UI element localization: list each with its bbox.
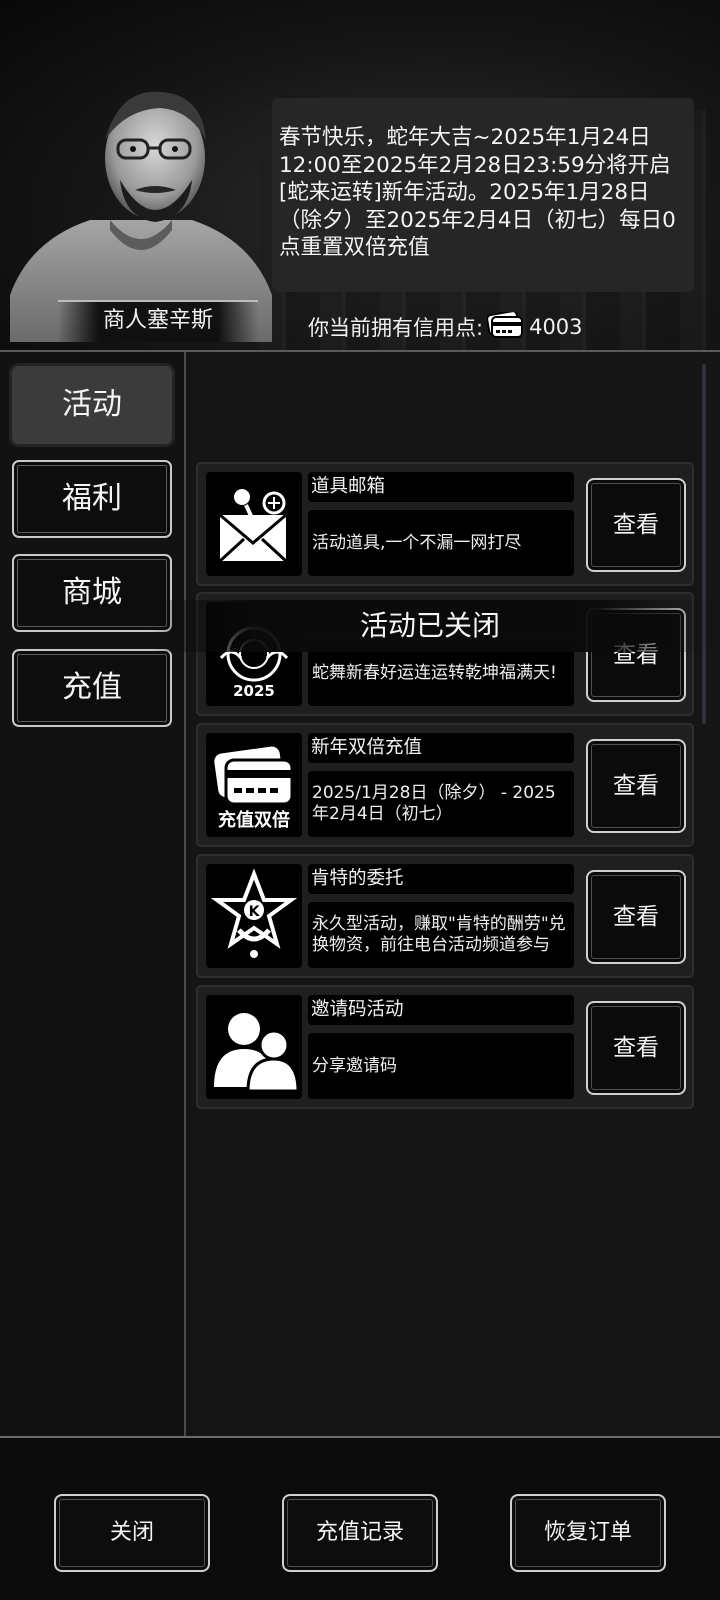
credit-balance: 你当前拥有信用点: 4003 <box>308 309 583 344</box>
activity-item-double-recharge: 充值双倍 新年双倍充值 2025/1月28日（除夕） - 2025年2月4日（初… <box>196 723 694 847</box>
activity-closed-toast: 活动已关闭 <box>150 600 710 652</box>
tab-activity[interactable]: 活动 <box>12 366 172 444</box>
scrollbar[interactable] <box>702 364 706 724</box>
activity-item-invite-code: 邀请码活动 分享邀请码 查看 <box>196 985 694 1109</box>
credit-label: 你当前拥有信用点: <box>308 316 484 340</box>
tab-welfare[interactable]: 福利 <box>12 460 172 538</box>
activity-item-mailbox: 道具邮箱 活动道具,一个不漏一网打尽 查看 <box>196 462 694 586</box>
activity-desc: 分享邀请码 <box>308 1033 574 1099</box>
npc-header: 商人塞辛斯 春节快乐，蛇年大吉~2025年1月24日12:00至2025年2月2… <box>0 0 720 356</box>
emblem-year: 2025 <box>233 682 275 700</box>
view-button[interactable]: 查看 <box>586 478 686 572</box>
npc-speech-bubble: 春节快乐，蛇年大吉~2025年1月24日12:00至2025年2月28日23:5… <box>272 98 694 292</box>
activity-desc: 永久型活动，赚取"肯特的酬劳"兑换物资，前往电台活动频道参与 <box>308 902 574 968</box>
activity-title: 邀请码活动 <box>308 995 574 1025</box>
view-button[interactable]: 查看 <box>586 739 686 833</box>
activity-title: 肯特的委托 <box>308 864 574 894</box>
activity-title: 新年双倍充值 <box>308 733 574 763</box>
activity-item-kent-commission: K 肯特的委托 永久型活动，赚取"肯特的酬劳"兑换物资，前往电台活动频道参与 查… <box>196 854 694 978</box>
mail-pin-icon <box>206 472 302 576</box>
recharge-history-button[interactable]: 充值记录 <box>282 1494 438 1572</box>
tab-recharge[interactable]: 充值 <box>12 649 172 727</box>
activity-desc: 2025/1月28日（除夕） - 2025年2月4日（初七） <box>308 771 574 837</box>
credit-value: 4003 <box>529 315 583 339</box>
activity-desc: 活动道具,一个不漏一网打尽 <box>308 510 574 576</box>
users-icon <box>206 995 302 1099</box>
sidebar: 活动 福利 商城 充值 <box>0 352 186 1436</box>
activity-title: 道具邮箱 <box>308 472 574 502</box>
tab-shop[interactable]: 商城 <box>12 554 172 632</box>
npc-name: 商人塞辛斯 <box>58 300 258 342</box>
close-button[interactable]: 关闭 <box>54 1494 210 1572</box>
view-button[interactable]: 查看 <box>586 1001 686 1095</box>
credit-card-icon: 充值双倍 <box>206 733 302 837</box>
restore-order-button[interactable]: 恢复订单 <box>510 1494 666 1572</box>
view-button[interactable]: 查看 <box>586 870 686 964</box>
k-star-emblem-icon: K <box>206 864 302 968</box>
emblem-letter: K <box>249 904 261 920</box>
icon-label: 充值双倍 <box>218 809 290 831</box>
credit-card-icon <box>486 309 524 343</box>
